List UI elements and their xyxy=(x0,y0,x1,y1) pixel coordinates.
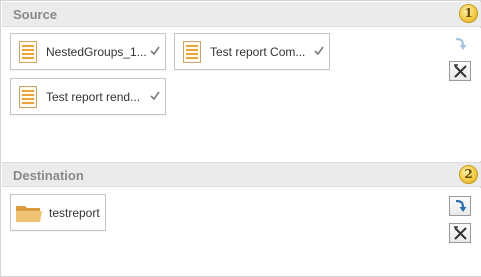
source-item[interactable]: Test report rend... xyxy=(10,78,166,115)
source-title: Source xyxy=(13,7,58,22)
step-1-badge: 1 xyxy=(459,4,478,23)
step-2-badge: 2 xyxy=(459,165,478,184)
source-move-down-button[interactable] xyxy=(449,34,471,54)
source-item[interactable]: Test report Com... xyxy=(174,33,330,70)
destination-title: Destination xyxy=(13,168,84,183)
destination-clear-button[interactable] xyxy=(449,223,471,243)
report-document-icon xyxy=(183,41,201,63)
arrow-down-icon xyxy=(455,37,467,50)
checkmark-icon xyxy=(150,91,160,101)
checkmark-icon xyxy=(150,46,160,56)
report-copy-panel: Source 1 NestedGroups_1... Test report C… xyxy=(0,0,481,277)
clear-x-icon xyxy=(454,226,467,240)
destination-item[interactable]: testreport xyxy=(10,194,106,231)
destination-header: Destination 2 xyxy=(2,162,481,187)
report-document-icon xyxy=(19,86,37,108)
destination-move-down-button[interactable] xyxy=(449,196,471,216)
source-item-label: NestedGroups_1... xyxy=(46,45,147,59)
report-document-icon xyxy=(19,41,37,63)
destination-item-label: testreport xyxy=(49,206,100,220)
arrow-down-icon xyxy=(455,199,467,212)
checkmark-icon xyxy=(314,46,324,56)
source-clear-button[interactable] xyxy=(449,61,471,81)
source-header: Source 1 xyxy=(2,2,481,27)
destination-area[interactable]: testreport xyxy=(2,188,481,276)
source-item[interactable]: NestedGroups_1... xyxy=(10,33,166,70)
source-item-label: Test report rend... xyxy=(46,90,141,104)
clear-x-icon xyxy=(454,64,467,78)
source-area[interactable]: NestedGroups_1... Test report Com... Tes… xyxy=(2,28,481,161)
source-item-label: Test report Com... xyxy=(210,45,306,59)
folder-icon xyxy=(16,206,42,222)
